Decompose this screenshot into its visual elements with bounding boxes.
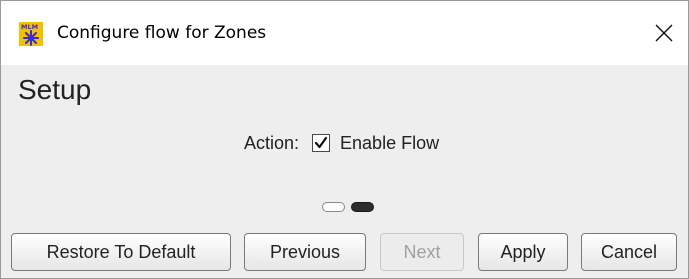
page-indicator-1[interactable] [322, 202, 345, 212]
cancel-button[interactable]: Cancel [581, 233, 677, 271]
mlm-app-icon: MLM [19, 22, 43, 46]
title-bar[interactable]: MLM Configure flow for Zones [1, 1, 688, 65]
apply-button[interactable]: Apply [478, 233, 568, 271]
page-indicator-2-active[interactable] [351, 202, 374, 212]
action-label: Action: [244, 132, 300, 153]
restore-default-button[interactable]: Restore To Default [11, 233, 231, 271]
svg-text:MLM: MLM [21, 23, 38, 31]
close-icon [655, 24, 673, 42]
action-row: Action: Enable Flow [244, 131, 439, 155]
dialog-window: MLM Configure flow for Zones Setup Actio… [0, 0, 689, 279]
close-button[interactable] [646, 15, 682, 51]
window-title: Configure flow for Zones [57, 23, 267, 43]
next-button[interactable]: Next [380, 233, 464, 271]
page-title: Setup [18, 74, 92, 105]
dialog-content: Setup Action: Enable Flow Restore To Def… [1, 65, 688, 278]
enable-flow-checkbox[interactable] [312, 134, 331, 152]
previous-button[interactable]: Previous [244, 233, 366, 271]
checkmark-icon [314, 136, 328, 149]
enable-flow-label[interactable]: Enable Flow [340, 133, 439, 154]
